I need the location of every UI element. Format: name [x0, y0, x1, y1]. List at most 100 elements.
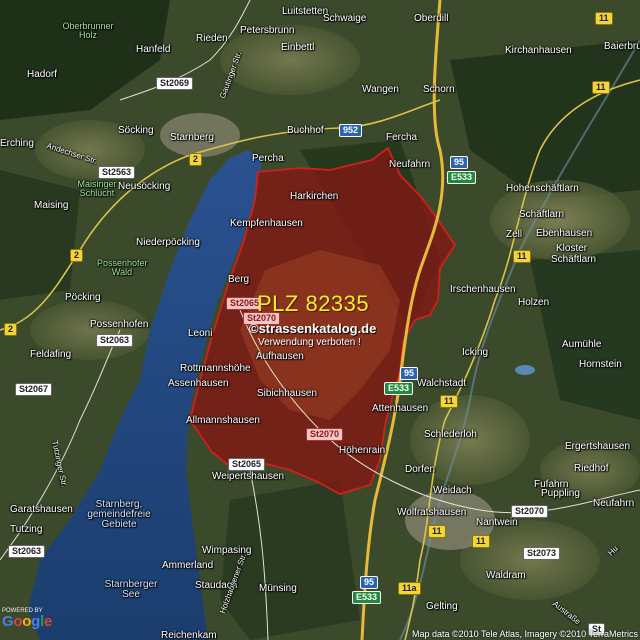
road-shield: 2: [70, 249, 84, 262]
place-label: Söcking: [118, 125, 154, 136]
place-label: Allmannshausen: [186, 415, 260, 426]
google-logo-letter: e: [43, 613, 52, 630]
road-shield: St2067: [15, 383, 53, 396]
road-shield: St2563: [98, 166, 136, 179]
google-logo-letter: G: [2, 613, 14, 630]
road-shield: 11: [428, 525, 446, 538]
place-label: Ammerland: [162, 560, 214, 571]
place-label: Tutzing: [10, 524, 43, 535]
place-label: Kloster: [556, 243, 588, 254]
road-shield: St2063: [96, 334, 134, 347]
road-shield: 11: [595, 12, 613, 25]
place-label: Schäftlarn: [519, 209, 565, 220]
lake-label: Starnberger See: [104, 579, 158, 600]
place-label: Maising: [34, 200, 69, 211]
road-shield: St2063: [8, 545, 46, 558]
place-label: Petersbrunn: [240, 25, 295, 36]
google-logo-letter: o: [22, 613, 32, 630]
road-shield: E533: [384, 382, 414, 395]
nature-label: Oberbrunner Holz: [62, 21, 114, 40]
place-label: Münsing: [259, 583, 297, 594]
place-label: Nantwein: [476, 517, 518, 528]
place-label: Schlederloh: [424, 429, 477, 440]
place-label: Weidach: [433, 485, 472, 496]
road-shield: 11: [472, 535, 490, 548]
google-logo-letter: o: [13, 613, 23, 630]
place-label: Zell: [506, 229, 523, 240]
place-label: Kempfenhausen: [230, 218, 303, 229]
place-label: Ebenhausen: [536, 228, 593, 239]
google-badge[interactable]: POWERED BY Google: [2, 608, 54, 629]
place-label: Gelting: [426, 601, 458, 612]
road-shield: 2: [4, 323, 18, 336]
road-shield: E533: [447, 171, 477, 184]
place-label: Oberdill: [414, 13, 449, 24]
road-shield: 11: [440, 395, 458, 408]
place-label: Schorn: [423, 84, 455, 95]
place-label: Pöcking: [65, 292, 101, 303]
place-label: Ergertshausen: [565, 441, 631, 452]
place-label: Waldram: [486, 570, 526, 581]
place-label: Einbettl: [281, 42, 315, 53]
place-label: Neusöcking: [118, 181, 171, 192]
road-shield: 11: [513, 250, 531, 263]
place-label: Neufahrn: [389, 159, 431, 170]
place-label: Schwaige: [323, 13, 367, 24]
place-label: Erching: [0, 138, 34, 149]
place-label: Feldafing: [30, 349, 72, 360]
nature-label: Possenhofer Wald: [97, 258, 148, 277]
place-label: Puppling: [541, 488, 580, 499]
watermark: ©strassenkatalog.de: [249, 321, 377, 336]
road-shield: 95: [360, 576, 379, 589]
place-label: Niederpöcking: [136, 237, 200, 248]
place-label: Hadorf: [27, 69, 58, 80]
place-label: Reichenkam: [161, 630, 217, 640]
place-label: Hornstein: [579, 359, 622, 370]
place-label: Kirchanhausen: [505, 45, 572, 56]
watermark-note: Verwendung verboten !: [258, 337, 361, 348]
place-label: Possenhofen: [90, 319, 149, 330]
road-shield: 2: [189, 153, 203, 166]
road-shield: 11: [592, 81, 610, 94]
place-label: Luitstetten: [282, 6, 329, 17]
place-label: Rieden: [196, 33, 228, 44]
nature-label: Maisinger Schlucht: [77, 179, 117, 198]
road-shield: St2070: [511, 505, 549, 518]
place-label: Attenhausen: [372, 403, 429, 414]
map-attribution: Map data ©2010 Tele Atlas, Imagery ©2010…: [411, 629, 638, 639]
road-shield: St2073: [523, 547, 561, 560]
road-shield: St2069: [156, 77, 194, 90]
place-label: Irschenhausen: [450, 284, 516, 295]
google-logo[interactable]: Google: [2, 614, 54, 629]
place-label: Assenhausen: [168, 378, 229, 389]
place-label: Riedhof: [574, 463, 609, 474]
lake-label: Starnberg, gemeindefreie Gebiete: [87, 499, 151, 530]
small-lake: [515, 365, 535, 375]
road-shield: St2065: [228, 458, 266, 471]
place-label: Starnberg: [170, 132, 214, 143]
place-label: Rottmannshöhe: [180, 363, 251, 374]
road-shield: E533: [352, 591, 382, 604]
road-shield: 95: [400, 367, 419, 380]
place-label: Baierbru: [604, 41, 640, 52]
place-label: Berg: [228, 274, 250, 285]
road-shield: 952: [339, 124, 363, 137]
satellite-map[interactable]: Luitstetten Schwaige Oberdill Rieden Petersb…: [0, 0, 640, 640]
place-label: Walchstadt: [417, 378, 467, 389]
place-label: Icking: [462, 347, 489, 358]
road-shield: St2070: [306, 428, 344, 441]
place-label: Aufhausen: [256, 351, 304, 362]
place-label: Hanfeld: [136, 44, 171, 55]
place-label: Garatshausen: [10, 504, 73, 515]
place-label: Schäftlarn: [551, 254, 597, 265]
place-label: Wangen: [362, 84, 399, 95]
place-label: Neufahrn: [593, 498, 635, 509]
road-shield: 11a: [398, 582, 421, 595]
place-label: Fercha: [386, 132, 418, 143]
place-label: Sibichhausen: [257, 388, 318, 399]
place-label: Dorfen: [405, 464, 436, 475]
place-label: Hohenschäftlarn: [506, 183, 579, 194]
place-label: Percha: [252, 153, 284, 164]
place-label: Leoni: [188, 328, 213, 339]
road-shield: 95: [450, 156, 469, 169]
